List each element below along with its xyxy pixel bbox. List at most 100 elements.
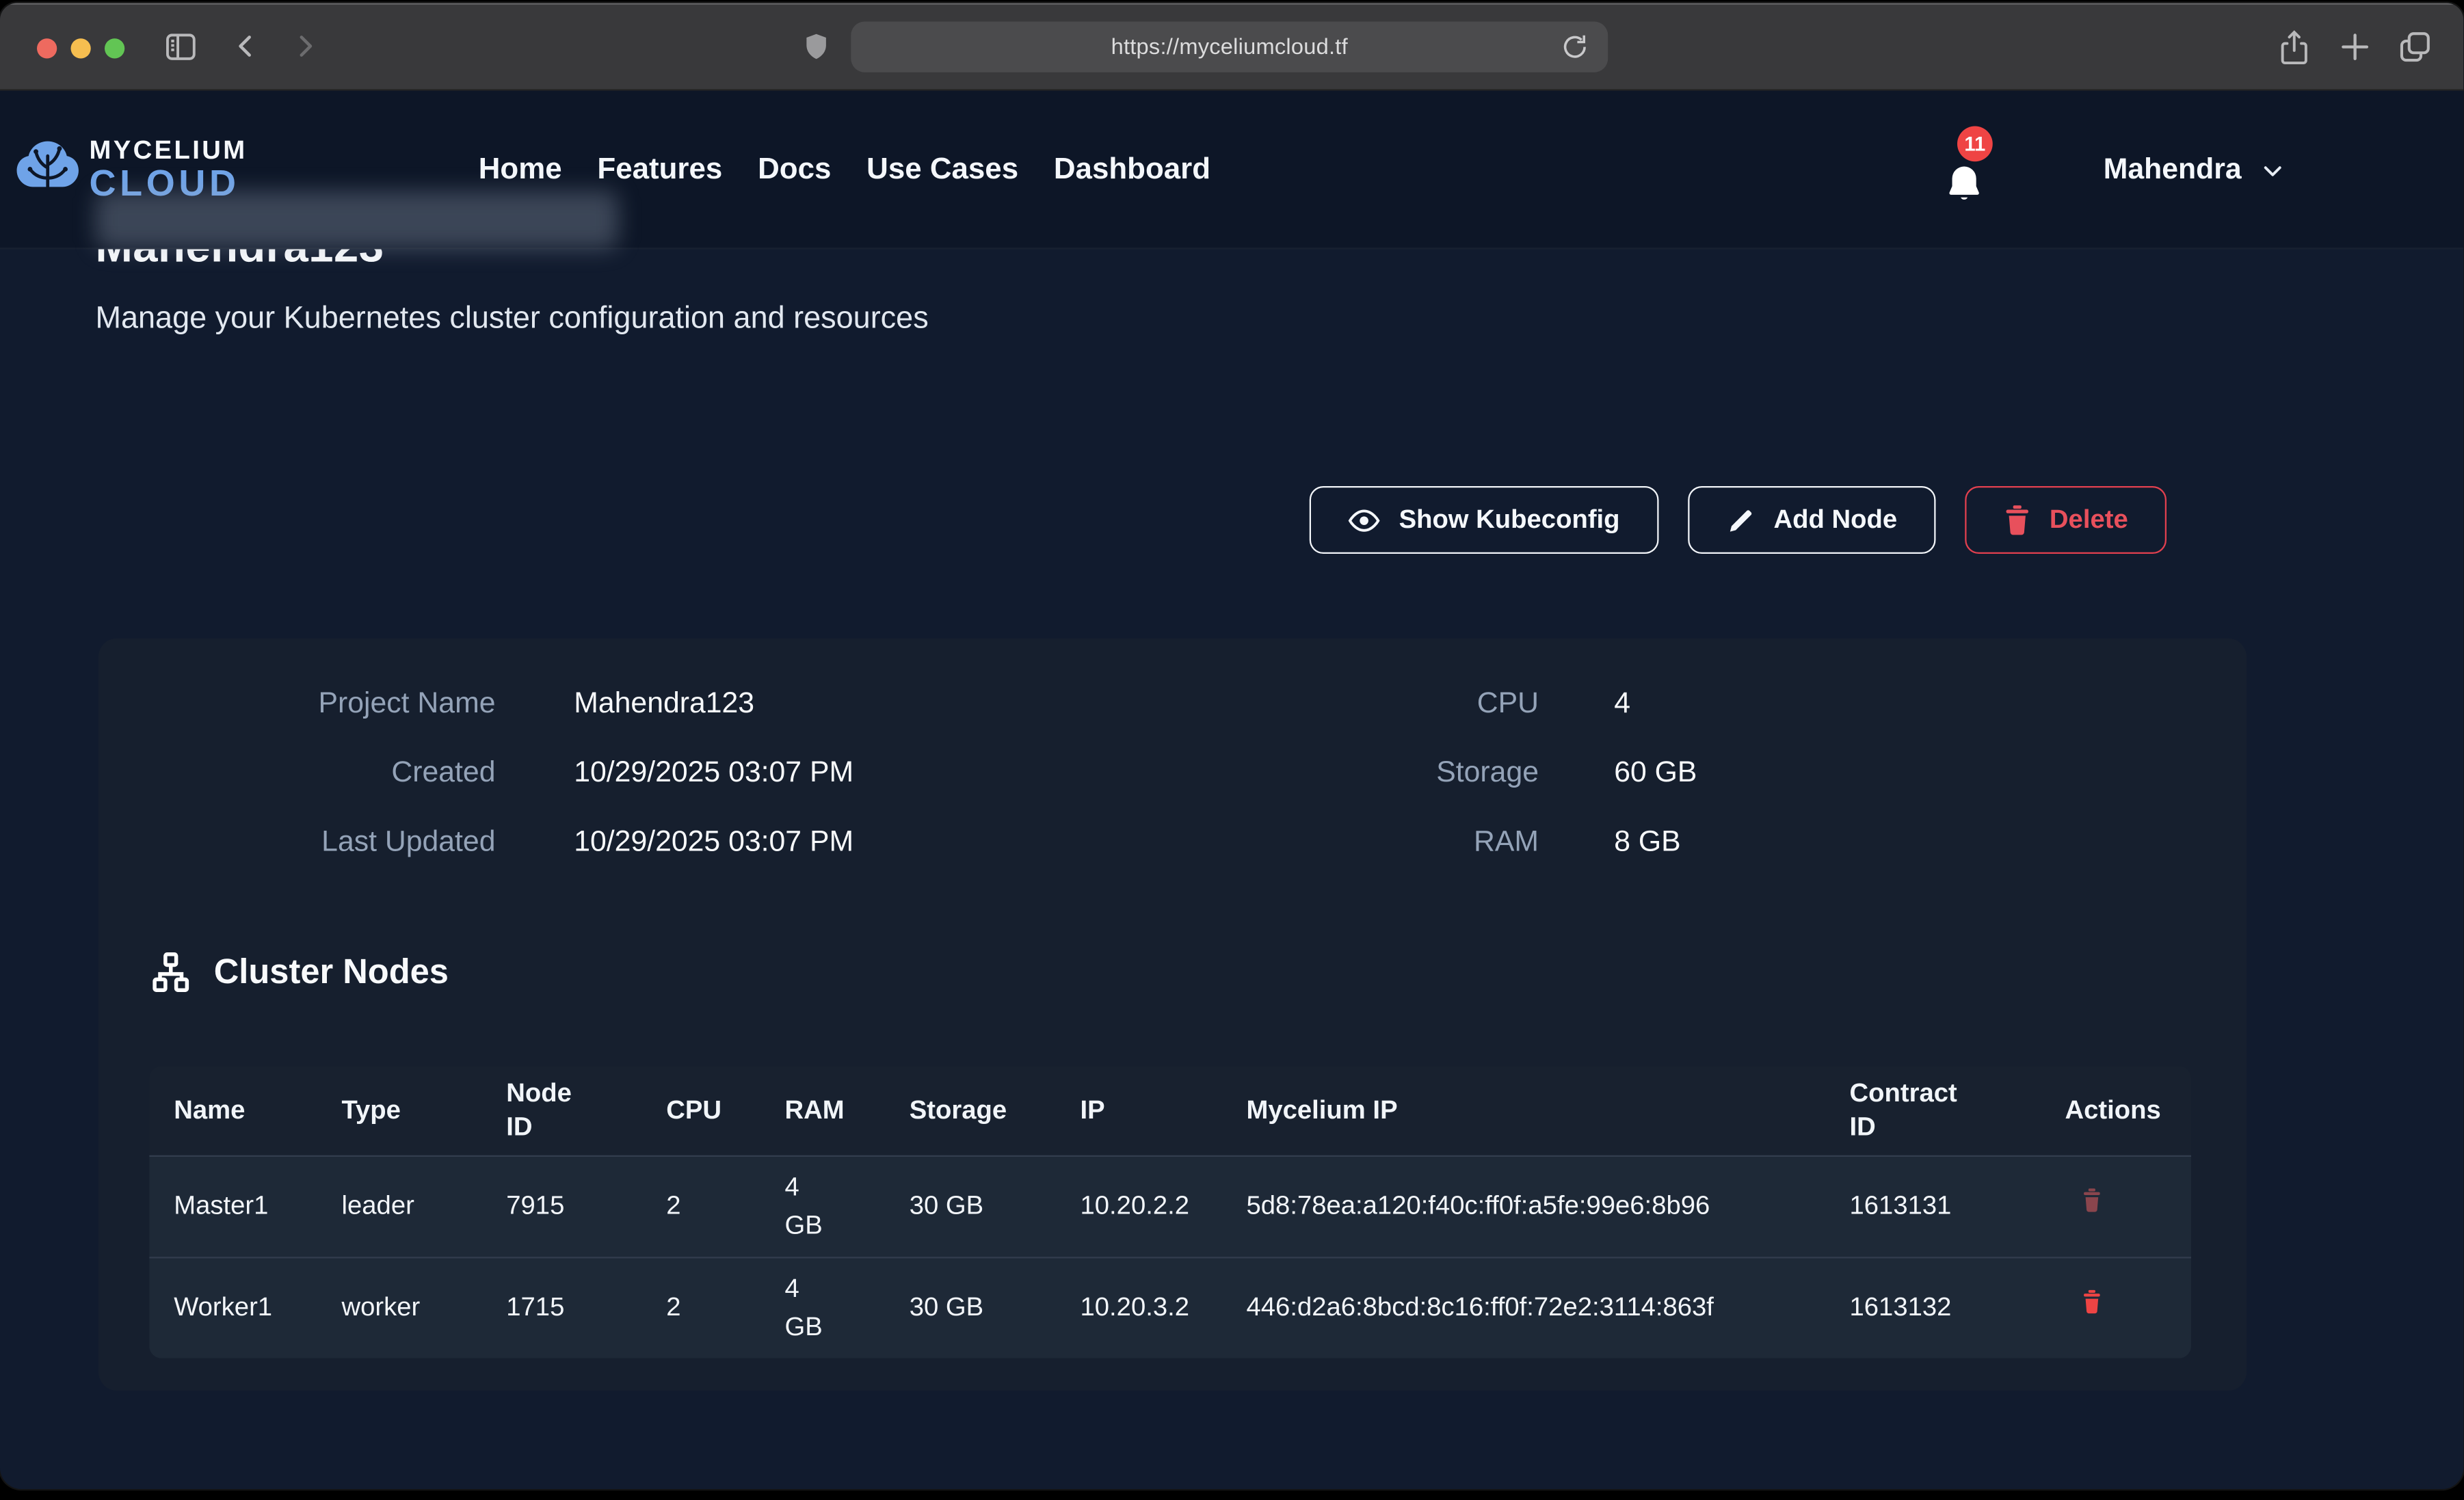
col-ram: RAM xyxy=(760,1094,885,1128)
cell-ip: 10.20.3.2 xyxy=(1056,1289,1222,1327)
table-row-worker1: Worker1 worker 1715 2 4 GB 30 GB 10.20.3… xyxy=(149,1257,2191,1358)
browser-window: https://myceliumcloud.tf xyxy=(0,3,2464,1490)
cell-node-id: 7915 xyxy=(481,1188,641,1225)
info-value: 10/29/2025 03:07 PM xyxy=(574,754,853,794)
cell-storage: 30 GB xyxy=(885,1289,1056,1327)
col-ip: IP xyxy=(1056,1094,1222,1128)
network-icon xyxy=(149,951,192,994)
info-row-last-updated: Last Updated 10/29/2025 03:07 PM xyxy=(98,823,853,892)
user-name: Mahendra xyxy=(2104,153,2242,187)
cell-ram: 4 GB xyxy=(760,1169,885,1245)
shield-icon[interactable] xyxy=(802,28,831,65)
table-header-row: Name Type Node ID CPU RAM Storage IP Myc… xyxy=(149,1066,2191,1155)
add-node-label: Add Node xyxy=(1774,505,1898,535)
info-label: Last Updated xyxy=(98,823,496,863)
show-kubeconfig-button[interactable]: Show Kubeconfig xyxy=(1310,486,1658,554)
col-name: Name xyxy=(149,1094,317,1128)
back-icon[interactable] xyxy=(231,31,262,62)
traffic-light-close-icon[interactable] xyxy=(37,38,57,57)
add-node-button[interactable]: Add Node xyxy=(1688,486,1936,554)
notification-badge: 11 xyxy=(1957,126,1993,162)
info-row-cpu: CPU 4 xyxy=(1176,684,1697,753)
cell-contract-id: 1613131 xyxy=(1825,1188,2041,1225)
cell-type: leader xyxy=(317,1188,482,1225)
col-cpu: CPU xyxy=(641,1094,760,1128)
cluster-actions: Show Kubeconfig Add Node Delete xyxy=(98,486,2167,554)
delete-node-button[interactable] xyxy=(2080,1188,2104,1214)
section-title: Cluster Nodes xyxy=(214,952,449,993)
mycelium-tree-icon xyxy=(12,135,83,203)
cell-mycelium-ip: 446:d2a6:8bcd:8c16:ff0f:72e2:3114:863f xyxy=(1222,1289,1825,1327)
info-value: 8 GB xyxy=(1614,823,1680,863)
cluster-details-card: Project Name Mahendra123 Created 10/29/2… xyxy=(98,639,2247,1391)
info-value: 4 xyxy=(1614,684,1630,725)
info-label: Created xyxy=(98,754,496,794)
chevron-down-icon xyxy=(2260,158,2285,183)
cell-ram: 4 GB xyxy=(760,1270,885,1346)
traffic-light-minimize-icon[interactable] xyxy=(71,38,91,57)
cell-name: Worker1 xyxy=(149,1289,317,1327)
info-label: Storage xyxy=(1176,754,1539,794)
table-row-master1: Master1 leader 7915 2 4 GB 30 GB 10.20.2… xyxy=(149,1155,2191,1257)
col-storage: Storage xyxy=(885,1094,1056,1128)
col-type: Type xyxy=(317,1094,482,1128)
share-icon[interactable] xyxy=(2277,29,2311,66)
nav-link-use-cases[interactable]: Use Cases xyxy=(866,152,1018,188)
nav-link-home[interactable]: Home xyxy=(479,152,562,188)
forward-icon[interactable] xyxy=(289,31,320,62)
cell-node-id: 1715 xyxy=(481,1289,641,1327)
bell-icon xyxy=(1944,163,1985,208)
page-subtitle: Manage your Kubernetes cluster configura… xyxy=(96,302,929,337)
cell-type: worker xyxy=(317,1289,482,1327)
nav-link-features[interactable]: Features xyxy=(597,152,722,188)
col-actions: Actions xyxy=(2041,1094,2192,1128)
browser-chrome: https://myceliumcloud.tf xyxy=(0,3,2464,91)
brand-name-top: MYCELIUM xyxy=(90,136,248,162)
notifications-button[interactable]: 11 xyxy=(1944,131,2015,217)
cell-storage: 30 GB xyxy=(885,1188,1056,1225)
info-label: Project Name xyxy=(98,684,496,725)
web-page: MYCELIUM CLOUD Home Features Docs Use Ca… xyxy=(0,91,2464,1489)
delete-node-button[interactable] xyxy=(2080,1289,2104,1315)
cell-mycelium-ip: 5d8:78ea:a120:f40c:ff0f:a5fe:99e6:8b96 xyxy=(1222,1188,1825,1225)
col-node-id: Node ID xyxy=(481,1077,641,1144)
cell-cpu: 2 xyxy=(641,1289,760,1327)
address-bar[interactable]: https://myceliumcloud.tf xyxy=(851,22,1608,72)
cell-contract-id: 1613132 xyxy=(1825,1289,2041,1327)
reload-icon[interactable] xyxy=(1561,32,1590,62)
info-label: CPU xyxy=(1176,684,1539,725)
show-kubeconfig-label: Show Kubeconfig xyxy=(1399,505,1620,535)
info-value: 10/29/2025 03:07 PM xyxy=(574,823,853,863)
info-value: Mahendra123 xyxy=(574,684,754,725)
cell-ip: 10.20.2.2 xyxy=(1056,1188,1222,1225)
info-row-created: Created 10/29/2025 03:07 PM xyxy=(98,754,853,823)
col-mycelium-ip: Mycelium IP xyxy=(1222,1094,1825,1128)
url-text: https://myceliumcloud.tf xyxy=(1111,35,1348,59)
sidebar-toggle-icon[interactable] xyxy=(163,29,199,65)
cluster-info-right: CPU 4 Storage 60 GB RAM 8 GB xyxy=(1176,684,1697,892)
nav-link-docs[interactable]: Docs xyxy=(758,152,831,188)
pencil-icon xyxy=(1726,505,1756,535)
eye-icon xyxy=(1348,504,1380,536)
info-row-project-name: Project Name Mahendra123 xyxy=(98,684,853,753)
cluster-nodes-header: Cluster Nodes xyxy=(149,951,449,994)
cell-cpu: 2 xyxy=(641,1188,760,1225)
nodes-table: Name Type Node ID CPU RAM Storage IP Myc… xyxy=(149,1066,2191,1358)
nav-link-dashboard[interactable]: Dashboard xyxy=(1054,152,1210,188)
info-row-storage: Storage 60 GB xyxy=(1176,754,1697,823)
delete-label: Delete xyxy=(2050,505,2128,535)
info-row-ram: RAM 8 GB xyxy=(1176,823,1697,892)
user-menu[interactable]: Mahendra xyxy=(2104,91,2285,250)
cluster-info-left: Project Name Mahendra123 Created 10/29/2… xyxy=(98,684,853,892)
col-contract-id: Contract ID xyxy=(1825,1077,2041,1144)
screenshot: https://myceliumcloud.tf xyxy=(0,0,2464,1500)
new-tab-icon[interactable] xyxy=(2337,29,2373,65)
tabs-overview-icon[interactable] xyxy=(2398,29,2433,65)
cell-name: Master1 xyxy=(149,1188,317,1225)
traffic-light-zoom-icon[interactable] xyxy=(105,38,124,57)
trash-icon xyxy=(2003,505,2031,535)
info-value: 60 GB xyxy=(1614,754,1697,794)
blurred-redaction xyxy=(96,191,619,250)
info-label: RAM xyxy=(1176,823,1539,863)
delete-cluster-button[interactable]: Delete xyxy=(1965,486,2167,554)
